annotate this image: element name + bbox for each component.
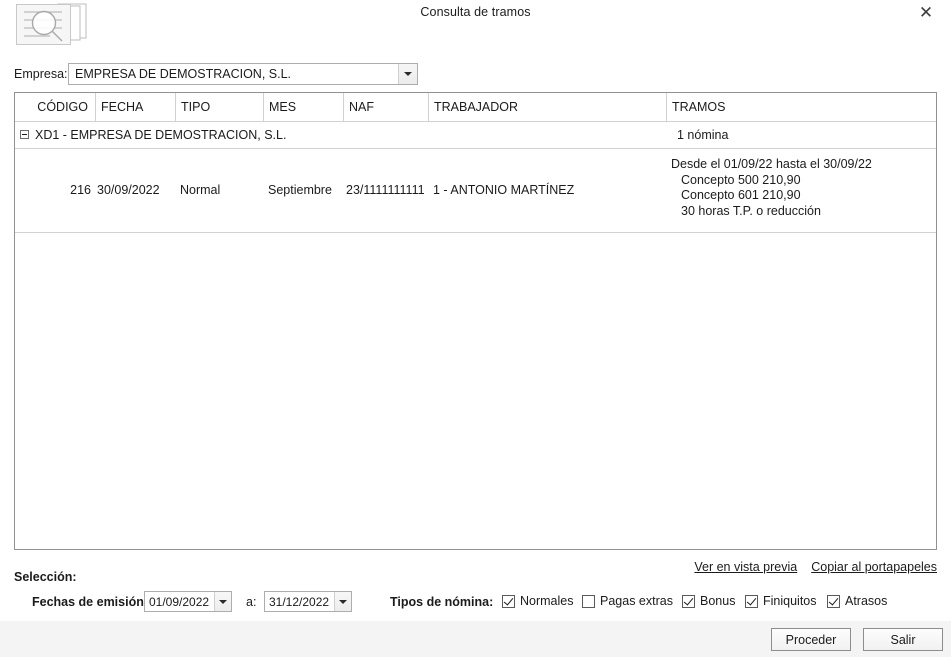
checkbox-bonus[interactable]: Bonus <box>682 594 735 608</box>
cell-fecha: 30/09/2022 <box>97 183 160 197</box>
footer-bar: Proceder Salir <box>0 620 951 657</box>
collapse-group-icon[interactable] <box>20 130 29 139</box>
grid-actions: Ver en vista previa Copiar al portapapel… <box>694 560 937 574</box>
checkbox-normales[interactable]: Normales <box>502 594 574 608</box>
checkbox-normales-box[interactable] <box>502 594 515 608</box>
fecha-desde-datepicker[interactable]: 01/09/2022 <box>144 591 232 612</box>
checkbox-bonus-label: Bonus <box>700 594 736 608</box>
tramos-grid: CÓDIGO FECHA TIPO MES NAF TRABAJADOR TRA… <box>14 92 937 550</box>
table-row[interactable]: 216 30/09/2022 Normal Septiembre 23/1111… <box>15 149 936 233</box>
column-header-mes[interactable]: MES <box>264 93 344 121</box>
chevron-down-icon[interactable] <box>214 592 231 611</box>
column-header-tipo[interactable]: TIPO <box>176 93 264 121</box>
copiar-al-portapapeles-link[interactable]: Copiar al portapapeles <box>811 560 937 574</box>
checkbox-pagas-extras-label: Pagas extras <box>600 594 673 608</box>
group-row-count: 1 nómina <box>677 128 729 142</box>
fechas-de-emision-label: Fechas de emisión: <box>32 595 149 609</box>
fecha-desde-value[interactable]: 01/09/2022 <box>145 592 214 611</box>
checkbox-bonus-box[interactable] <box>682 594 695 608</box>
proceder-button[interactable]: Proceder <box>771 628 851 651</box>
fecha-hasta-value[interactable]: 31/12/2022 <box>265 592 334 611</box>
chevron-down-icon[interactable] <box>398 64 417 84</box>
cell-tipo: Normal <box>180 183 221 197</box>
checkbox-finiquitos[interactable]: Finiquitos <box>745 594 817 608</box>
checkbox-pagas-extras[interactable]: Pagas extras <box>582 594 673 608</box>
checkbox-pagas-extras-box[interactable] <box>582 594 595 608</box>
empresa-label: Empresa: <box>14 67 68 81</box>
window-title: Consulta de tramos <box>420 5 531 19</box>
column-header-codigo[interactable]: CÓDIGO <box>15 93 96 121</box>
column-header-trabajador[interactable]: TRABAJADOR <box>429 93 667 121</box>
cell-trabajador: 1 - ANTONIO MARTÍNEZ <box>433 183 575 197</box>
chevron-down-icon[interactable] <box>334 592 351 611</box>
seleccion-title: Selección: <box>14 570 77 584</box>
cell-mes: Septiembre <box>268 183 332 197</box>
column-header-naf[interactable]: NAF <box>344 93 429 121</box>
salir-button[interactable]: Salir <box>863 628 943 651</box>
tramos-line-range: Desde el 01/09/22 hasta el 30/09/22 <box>671 157 872 171</box>
empresa-row: Empresa: EMPRESA DE DEMOSTRACION, S.L. <box>0 63 951 87</box>
cell-tramos: Desde el 01/09/22 hasta el 30/09/22 Conc… <box>671 157 936 219</box>
checkbox-finiquitos-box[interactable] <box>745 594 758 608</box>
grid-header-row: CÓDIGO FECHA TIPO MES NAF TRABAJADOR TRA… <box>15 93 936 122</box>
column-header-fecha[interactable]: FECHA <box>96 93 176 121</box>
close-icon[interactable]: ✕ <box>909 0 943 26</box>
checkbox-normales-label: Normales <box>520 594 574 608</box>
tramos-line-concepto-601: Concepto 601 210,90 <box>681 188 801 202</box>
checkbox-atrasos-label: Atrasos <box>845 594 888 608</box>
fecha-hasta-datepicker[interactable]: 31/12/2022 <box>264 591 352 612</box>
column-header-tramos[interactable]: TRAMOS <box>667 93 936 121</box>
checkbox-atrasos-box[interactable] <box>827 594 840 608</box>
hasta-label: a: <box>246 595 257 609</box>
cell-naf: 23/1111111111 <box>346 183 425 197</box>
group-row-label: XD1 - EMPRESA DE DEMOSTRACION, S.L. <box>35 128 287 142</box>
title-bar: Consulta de tramos ✕ <box>0 0 951 58</box>
checkbox-atrasos[interactable]: Atrasos <box>827 594 887 608</box>
group-row[interactable]: XD1 - EMPRESA DE DEMOSTRACION, S.L. 1 nó… <box>15 122 936 149</box>
grid-empty-area[interactable] <box>15 233 936 549</box>
empresa-combobox-value[interactable]: EMPRESA DE DEMOSTRACION, S.L. <box>69 64 398 84</box>
cell-codigo: 216 <box>70 183 91 197</box>
tramos-line-concepto-500: Concepto 500 210,90 <box>681 172 801 187</box>
tramos-line-horas: 30 horas T.P. o reducción <box>681 203 821 218</box>
tipos-de-nomina-label: Tipos de nómina: <box>390 595 494 609</box>
empresa-combobox[interactable]: EMPRESA DE DEMOSTRACION, S.L. <box>68 63 418 85</box>
ver-en-vista-previa-link[interactable]: Ver en vista previa <box>694 560 797 574</box>
checkbox-finiquitos-label: Finiquitos <box>763 594 817 608</box>
